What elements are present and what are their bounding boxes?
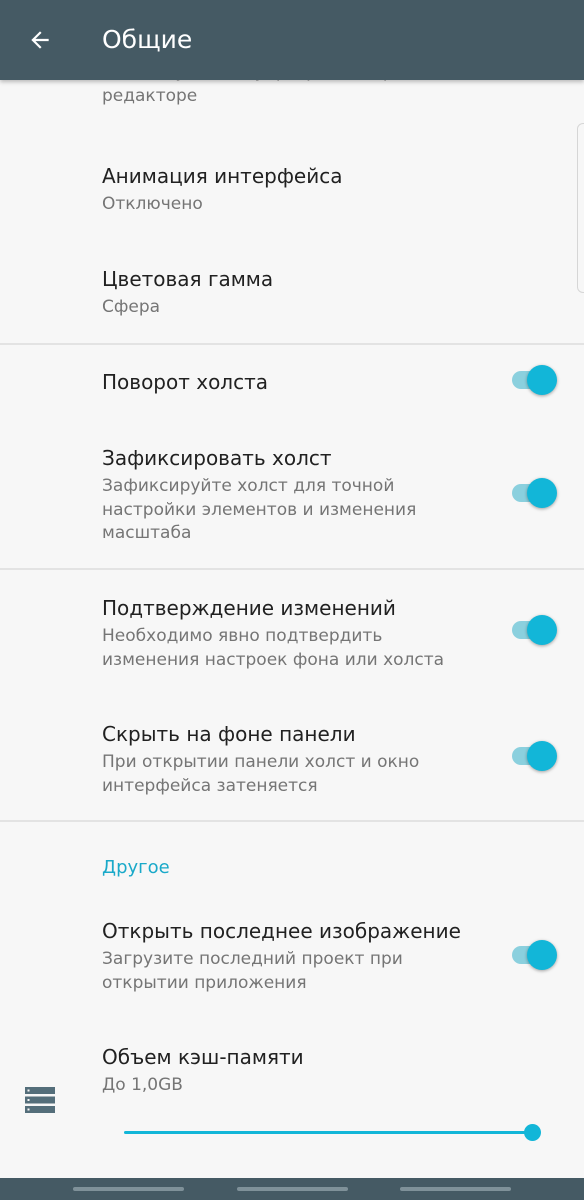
- setting-animation-title: Анимация интерфейса: [102, 164, 343, 188]
- hide-under-panels-toggle[interactable]: [510, 740, 558, 772]
- rotate-canvas-toggle[interactable]: [510, 364, 558, 396]
- setting-color-scheme[interactable]: Цветовая гамма Сфера: [0, 221, 584, 343]
- setting-confirm-changes-summary: Необходимо явно подтвердить изменения на…: [102, 626, 445, 670]
- switch-thumb: [527, 478, 557, 508]
- section-divider: [0, 820, 584, 822]
- setting-lock-canvas-summary: Зафиксируйте холст для точной настройки …: [102, 476, 417, 543]
- setting-animation[interactable]: Анимация интерфейса Отключено: [0, 118, 584, 221]
- switch-thumb: [527, 615, 557, 645]
- scroll-indicator[interactable]: [577, 123, 584, 293]
- lock-canvas-toggle[interactable]: [510, 477, 558, 509]
- open-last-image-toggle[interactable]: [510, 939, 558, 971]
- settings-list: Используйте полупрозрачные фоны в редакт…: [0, 80, 584, 1178]
- storage-icon: [25, 1087, 55, 1113]
- nav-back-handle[interactable]: [400, 1187, 511, 1191]
- slider-track: [124, 1131, 534, 1134]
- cache-size-slider[interactable]: [122, 1120, 544, 1146]
- confirm-changes-toggle[interactable]: [510, 614, 558, 646]
- setting-hide-under-panels[interactable]: Скрыть на фоне панели При открытии панел…: [0, 696, 584, 820]
- setting-color-scheme-summary: Сфера: [102, 297, 161, 317]
- setting-hide-under-panels-title: Скрыть на фоне панели: [102, 722, 356, 746]
- switch-thumb: [527, 741, 557, 771]
- arrow-left-icon: [31, 31, 49, 49]
- category-other-label: Другое: [102, 857, 170, 878]
- setting-confirm-changes-title: Подтверждение изменений: [102, 596, 396, 620]
- setting-open-last-image-summary: Загрузите последний проект при открытии …: [102, 949, 403, 993]
- setting-color-scheme-title: Цветовая гамма: [102, 267, 274, 291]
- slider-thumb[interactable]: [524, 1124, 541, 1141]
- setting-open-last-image[interactable]: Открыть последнее изображение Загрузите …: [0, 895, 584, 1020]
- system-nav-bar: [0, 1178, 584, 1200]
- back-button[interactable]: [20, 20, 60, 60]
- setting-hide-under-panels-summary: При открытии панели холст и окно интерфе…: [102, 752, 420, 796]
- app-bar: Общие: [0, 0, 584, 80]
- switch-thumb: [527, 365, 557, 395]
- page-title: Общие: [102, 25, 193, 54]
- nav-recents-handle[interactable]: [73, 1187, 184, 1191]
- setting-rotate-canvas[interactable]: Поворот холста: [0, 345, 584, 425]
- setting-cache-size-summary: До 1,0GB: [102, 1075, 183, 1095]
- setting-animation-summary: Отключено: [102, 194, 203, 214]
- setting-open-last-image-title: Открыть последнее изображение: [102, 919, 461, 943]
- setting-cache-size[interactable]: Объем кэш-памяти До 1,0GB: [0, 1020, 584, 1178]
- setting-confirm-changes[interactable]: Подтверждение изменений Необходимо явно …: [0, 570, 584, 696]
- settings-screen: Общие Используйте полупрозрачные фоны в …: [0, 0, 584, 1200]
- setting-lock-canvas-title: Зафиксировать холст: [102, 446, 332, 470]
- setting-rotate-canvas-title: Поворот холста: [102, 370, 268, 394]
- setting-cache-size-title: Объем кэш-памяти: [102, 1045, 304, 1069]
- setting-translucent-summary: Используйте полупрозрачные фоны в редакт…: [102, 80, 443, 106]
- switch-thumb: [527, 940, 557, 970]
- nav-home-handle[interactable]: [237, 1187, 348, 1191]
- setting-lock-canvas[interactable]: Зафиксировать холст Зафиксируйте холст д…: [0, 425, 584, 568]
- setting-translucent[interactable]: Используйте полупрозрачные фоны в редакт…: [0, 80, 584, 118]
